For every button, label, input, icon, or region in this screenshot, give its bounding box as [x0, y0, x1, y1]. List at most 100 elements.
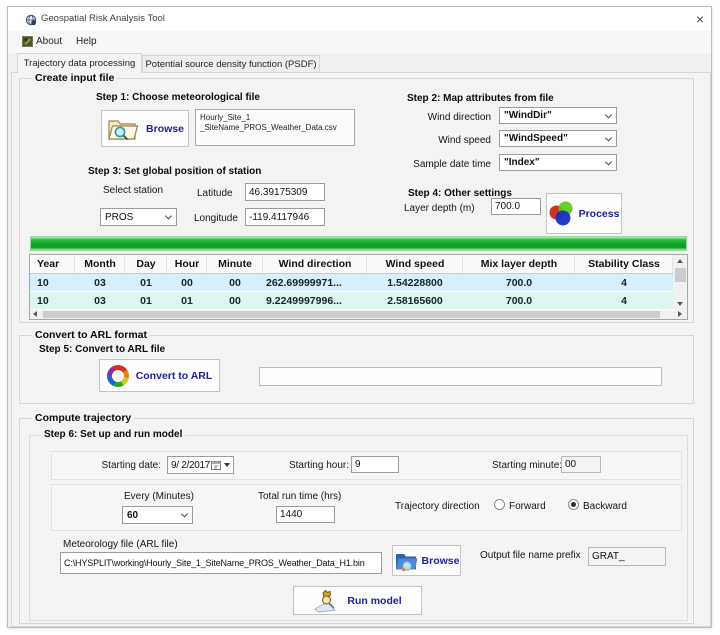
- grid-cell: 700.0: [463, 292, 575, 310]
- compute-trajectory-title: Compute trajectory: [32, 412, 134, 424]
- grid-header[interactable]: Stability Class: [575, 255, 673, 273]
- step3-title: Step 3: Set global position of station: [88, 166, 261, 177]
- convert-arl-group: Convert to ARL format Step 5: Convert to…: [19, 335, 694, 404]
- starting-date-picker[interactable]: 9/ 2/2017: [167, 456, 234, 474]
- grid-header[interactable]: Minute: [207, 255, 263, 273]
- grid-header-row: Year Month Day Hour Minute Wind directio…: [30, 255, 673, 274]
- grid-vertical-scrollbar[interactable]: [673, 255, 687, 310]
- blue-folder-search-icon: [394, 550, 418, 572]
- every-minutes-value: 60: [127, 510, 138, 521]
- starting-minute-input[interactable]: 00: [561, 456, 601, 473]
- chevron-down-icon: [605, 158, 612, 165]
- compute-trajectory-group: Compute trajectory Step 6: Set up and ru…: [19, 418, 694, 624]
- folder-search-icon: [106, 116, 140, 142]
- grid-cell: 01: [125, 292, 167, 310]
- vertical-scroll-thumb[interactable]: [675, 268, 686, 282]
- scroll-left-button[interactable]: [30, 310, 42, 319]
- scroll-down-icon: [677, 302, 683, 306]
- horizontal-scroll-thumb[interactable]: [43, 311, 660, 318]
- grid-horizontal-scrollbar[interactable]: [30, 310, 687, 319]
- app-window: Geospatial Risk Analysis Tool × About He…: [7, 6, 712, 628]
- backward-radio-label: Backward: [583, 501, 627, 512]
- wind-direction-select[interactable]: "WindDir": [499, 107, 617, 124]
- run-model-label: Run model: [347, 595, 401, 607]
- scroll-right-button[interactable]: [674, 310, 686, 319]
- scroll-left-icon: [33, 311, 37, 317]
- wind-speed-select[interactable]: "WindSpeed": [499, 130, 617, 147]
- latitude-input[interactable]: 46.39175309: [245, 183, 325, 201]
- scroll-right-icon: [678, 311, 682, 317]
- app-icon: [25, 14, 37, 26]
- grid-cell: 00: [167, 274, 207, 292]
- latitude-label: Latitude: [197, 188, 233, 199]
- grid-header[interactable]: Day: [125, 255, 167, 273]
- grid-cell: 700.0: [463, 274, 575, 292]
- title-bar: Geospatial Risk Analysis Tool ×: [8, 7, 711, 31]
- wind-speed-value: "WindSpeed": [504, 133, 568, 144]
- grid-header[interactable]: Wind speed: [367, 255, 463, 273]
- tab-trajectory-data-processing[interactable]: Trajectory data processing: [17, 53, 142, 73]
- met-file-name-line2: _SiteName_PROS_Weather_Data.csv: [200, 123, 350, 133]
- grid-cell: 4: [575, 292, 673, 310]
- grid-header[interactable]: Mix layer depth: [463, 255, 575, 273]
- grid-header[interactable]: Year: [30, 255, 75, 273]
- total-run-time-input[interactable]: 1440: [276, 506, 335, 523]
- scroll-up-button[interactable]: [673, 255, 687, 267]
- every-minutes-select[interactable]: 60: [122, 506, 193, 524]
- wind-direction-value: "WindDir": [504, 110, 552, 121]
- sample-date-time-value: "Index": [504, 157, 540, 168]
- convert-arl-title: Convert to ARL format: [32, 329, 150, 341]
- backward-radio[interactable]: [568, 499, 579, 510]
- wind-direction-label: Wind direction: [398, 112, 491, 123]
- calendar-icon: [211, 460, 221, 470]
- grid-header[interactable]: Wind direction: [263, 255, 367, 273]
- longitude-input[interactable]: -119.4117946: [245, 208, 325, 226]
- forward-radio[interactable]: [494, 499, 505, 510]
- menu-help[interactable]: Help: [76, 31, 97, 53]
- layer-depth-input[interactable]: 700.0: [491, 198, 541, 215]
- scroll-down-button[interactable]: [673, 298, 687, 310]
- process-button[interactable]: Process: [546, 193, 622, 234]
- close-button[interactable]: ×: [692, 11, 708, 27]
- longitude-label: Longitude: [194, 213, 238, 224]
- chevron-down-icon: [605, 134, 612, 141]
- grid-cell: 4: [575, 274, 673, 292]
- grid-cell: 03: [75, 292, 125, 310]
- chevron-down-icon: [165, 212, 172, 219]
- convert-progress-bar: [259, 367, 662, 386]
- grid-cell: 262.69999971...: [263, 274, 367, 292]
- wind-speed-label: Wind speed: [398, 135, 491, 146]
- chevron-down-icon: [224, 463, 230, 467]
- step6-group: Step 6: Set up and run model Starting da…: [29, 435, 688, 621]
- grid-cell: 00: [207, 292, 263, 310]
- tab-strip: Trajectory data processing Potential sou…: [8, 53, 711, 72]
- output-prefix-input[interactable]: GRAT_: [588, 547, 666, 566]
- sample-date-time-label: Sample date time: [398, 159, 491, 170]
- step6-title: Step 6: Set up and run model: [41, 429, 185, 440]
- starting-hour-input[interactable]: 9: [351, 456, 399, 473]
- rgb-circles-icon: [549, 201, 575, 227]
- trajectory-direction-label: Trajectory direction: [395, 501, 480, 512]
- color-ring-icon: [107, 365, 129, 387]
- sample-date-time-select[interactable]: "Index": [499, 154, 617, 171]
- grid-header[interactable]: Hour: [167, 255, 207, 273]
- chevron-down-icon: [181, 510, 188, 517]
- grid-header[interactable]: Month: [75, 255, 125, 273]
- menu-about[interactable]: About: [36, 31, 62, 53]
- run-model-button[interactable]: Run model: [293, 586, 422, 615]
- output-prefix-label: Output file name prefix: [480, 550, 581, 561]
- tab-psdf[interactable]: Potential source density function (PSDF): [142, 55, 320, 73]
- convert-to-arl-button[interactable]: Convert to ARL: [99, 359, 220, 392]
- browse-arl-button[interactable]: Browse: [392, 545, 461, 576]
- met-arl-file-input[interactable]: C:\HYSPLIT\working\Hourly_Site_1_SiteNam…: [60, 552, 382, 574]
- step1-title: Step 1: Choose meteorological file: [96, 92, 260, 103]
- grid-cell: 1.54228800: [367, 274, 463, 292]
- run-settings-panel: Every (Minutes) 60 Total run time (hrs) …: [51, 484, 682, 531]
- about-menu-icon: [22, 36, 33, 47]
- browse-met-file-button[interactable]: Browse: [101, 110, 189, 147]
- select-station-label: Select station: [103, 185, 163, 196]
- grid-row-2[interactable]: 10 03 01 01 00 9.2249997996... 2.5816560…: [30, 292, 673, 310]
- station-select[interactable]: PROS: [100, 208, 177, 226]
- grid-row-1[interactable]: 10 03 01 00 00 262.69999971... 1.5422880…: [30, 274, 673, 292]
- met-file-name-box: Hourly_Site_1 _SiteName_PROS_Weather_Dat…: [195, 109, 355, 146]
